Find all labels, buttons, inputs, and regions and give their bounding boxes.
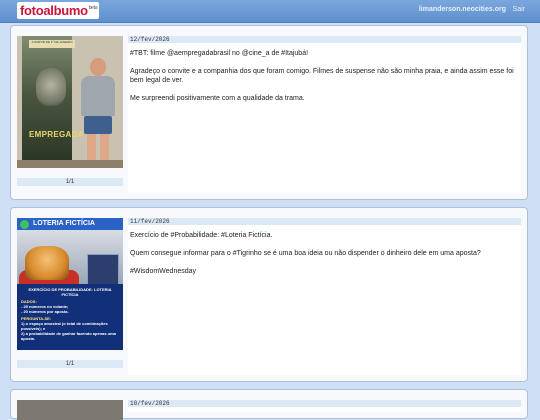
exercise-title: EXERCÍCIO DE PROBABILIDADE: LOTERIA FICT…	[28, 287, 112, 297]
person-body	[81, 76, 115, 116]
clover-icon	[20, 220, 29, 229]
question-line: 2) a probabilidade de ganhar fazendo ape…	[21, 331, 116, 341]
post-card: LOTERIA FICTÍCIA EXERCÍCIO DE PROBABILID…	[10, 207, 528, 382]
post-paragraph: #WisdomWednesday	[130, 268, 197, 275]
post-text: #TBT: filme @aempregadabrasil no @cine_a…	[128, 43, 521, 103]
tiger-head	[25, 246, 69, 280]
post-paragraph: #TBT: filme @aempregadabrasil no @cine_a…	[130, 50, 309, 57]
post-date: 11/fev/2026	[128, 218, 521, 225]
logo-text: fotoalbumo	[20, 3, 88, 18]
poster-title: EMPREGADA	[29, 130, 84, 139]
question-line: 1) o espaço amostral (o total de combina…	[21, 321, 108, 331]
lottery-banner-text: LOTERIA FICTÍCIA	[33, 220, 95, 227]
post-card: 10/fev/2026	[10, 389, 528, 420]
post-content: 12/fev/2026 #TBT: filme @aempregadabrasi…	[128, 36, 521, 193]
post-paragraph: Me surpreendi positivamente com a qualid…	[130, 95, 305, 102]
post-paragraph: Quem consegue informar para o #Tigrinho …	[130, 250, 481, 257]
post-text: Exercício de #Probabilidade: #Loteria Fi…	[128, 225, 521, 276]
post-date: 12/fev/2026	[128, 36, 521, 43]
lottery-scene	[17, 230, 123, 296]
post-photo-area: LOTERIA FICTÍCIA EXERCÍCIO DE PROBABILID…	[17, 218, 123, 368]
post-photo[interactable]: LOTERIA FICTÍCIA EXERCÍCIO DE PROBABILID…	[17, 218, 123, 350]
post-paragraph: Exercício de #Probabilidade: #Loteria Fi…	[130, 232, 273, 239]
profile-site-link[interactable]: limanderson.neocities.org	[419, 6, 506, 13]
post-paragraph: Agradeço o convite e a companhia dos que…	[130, 68, 514, 84]
data-line: - 20 números por aposta.	[21, 309, 69, 314]
top-bar: fotoalbumobeta limanderson.neocities.org…	[0, 0, 540, 23]
floor	[17, 160, 123, 168]
post-photo[interactable]	[17, 400, 123, 420]
poster-top-text: A PARTIR DE 1º DE JANEIRO	[29, 40, 75, 48]
post-content: 11/fev/2026 Exercício de #Probabilidade:…	[128, 218, 521, 375]
post-content: 10/fev/2026	[128, 400, 521, 412]
movie-poster: A PARTIR DE 1º DE JANEIRO EMPREGADA	[22, 36, 84, 164]
logo-tag: beta	[88, 5, 98, 11]
lottery-banner: LOTERIA FICTÍCIA	[17, 218, 123, 230]
photo-counter: 1/1	[17, 360, 123, 368]
post-photo-area	[17, 400, 123, 420]
post-date: 10/fev/2026	[128, 400, 521, 407]
post-card: A PARTIR DE 1º DE JANEIRO EMPREGADA 1/1 …	[10, 25, 528, 200]
post-photo[interactable]: A PARTIR DE 1º DE JANEIRO EMPREGADA	[17, 36, 123, 168]
logout-link[interactable]: Sair	[513, 6, 525, 13]
person-shorts	[84, 116, 112, 134]
exercise-info: EXERCÍCIO DE PROBABILIDADE: LOTERIA FICT…	[17, 284, 123, 350]
fotoalbumo-logo[interactable]: fotoalbumobeta	[17, 2, 99, 19]
photo-counter: 1/1	[17, 178, 123, 186]
person-head	[90, 58, 106, 76]
poster-face	[36, 68, 66, 106]
post-photo-area: A PARTIR DE 1º DE JANEIRO EMPREGADA 1/1	[17, 36, 123, 186]
